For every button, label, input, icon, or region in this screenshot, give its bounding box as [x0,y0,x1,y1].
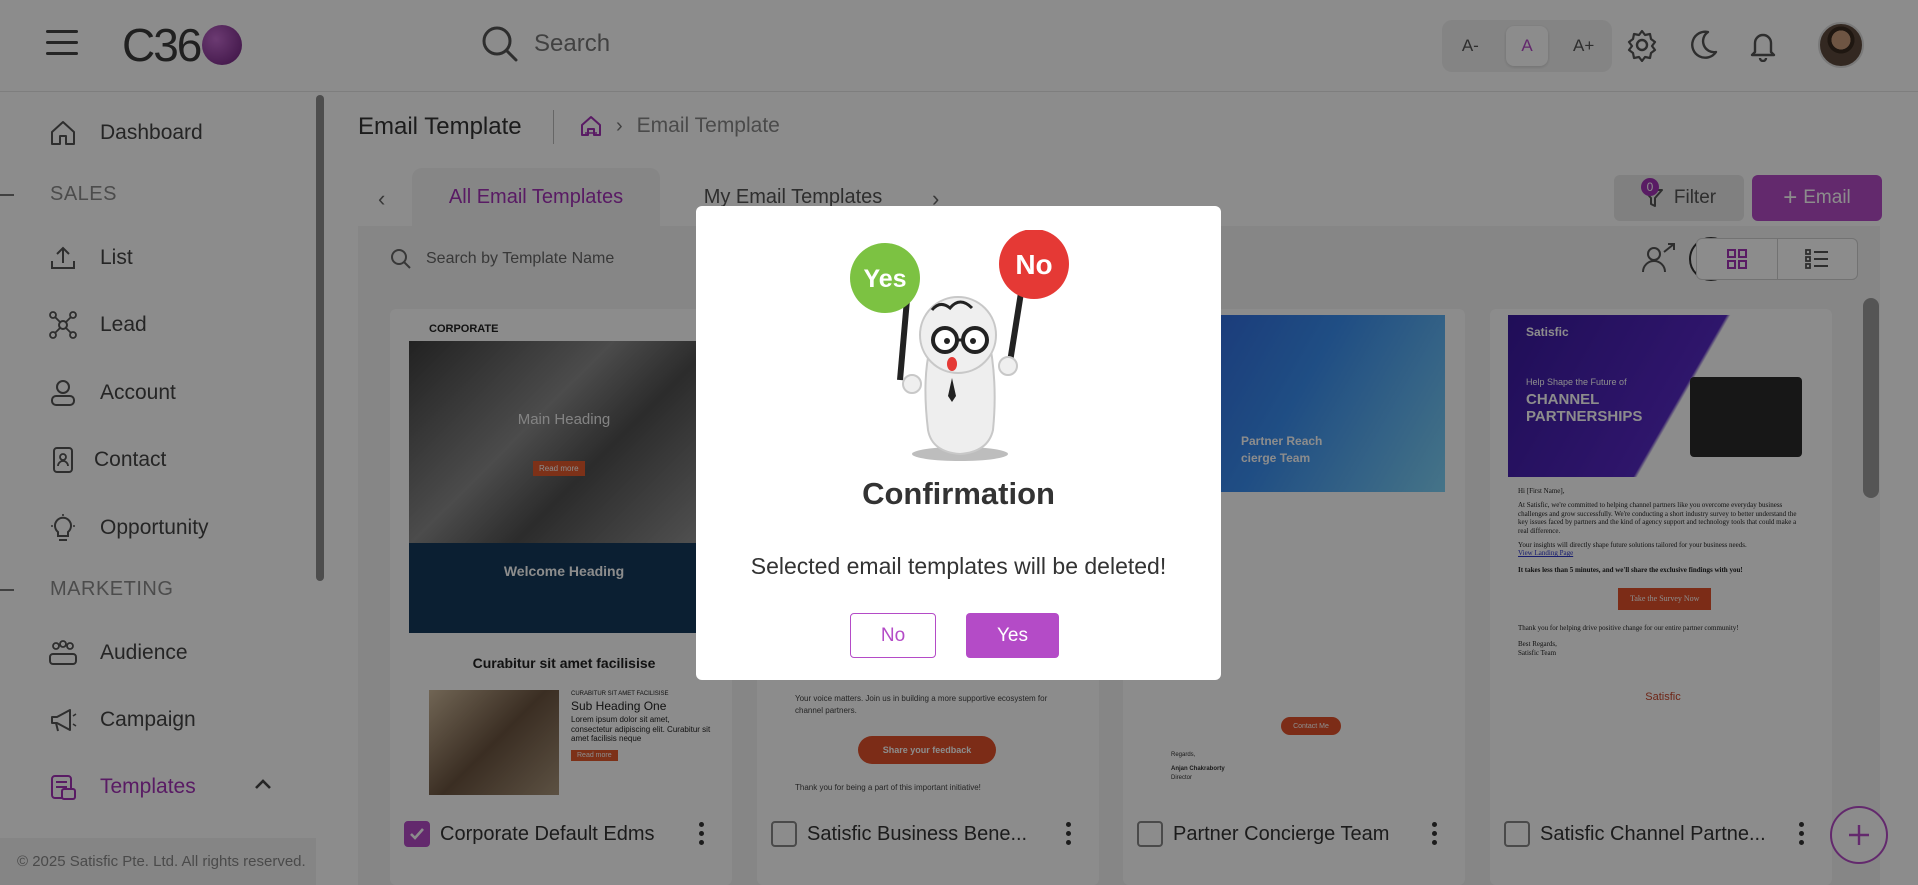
dialog-title: Confirmation [862,476,1055,511]
sign-yes-text: Yes [863,265,906,293]
no-button[interactable]: No [850,613,936,658]
confirmation-illustration: Yes No [850,230,1069,461]
yes-button[interactable]: Yes [966,613,1059,658]
sign-no-text: No [1015,249,1052,280]
confirmation-dialog: Yes No Confirmation Selected email templ… [696,206,1221,680]
dialog-message: Selected email templates will be deleted… [750,553,1167,579]
